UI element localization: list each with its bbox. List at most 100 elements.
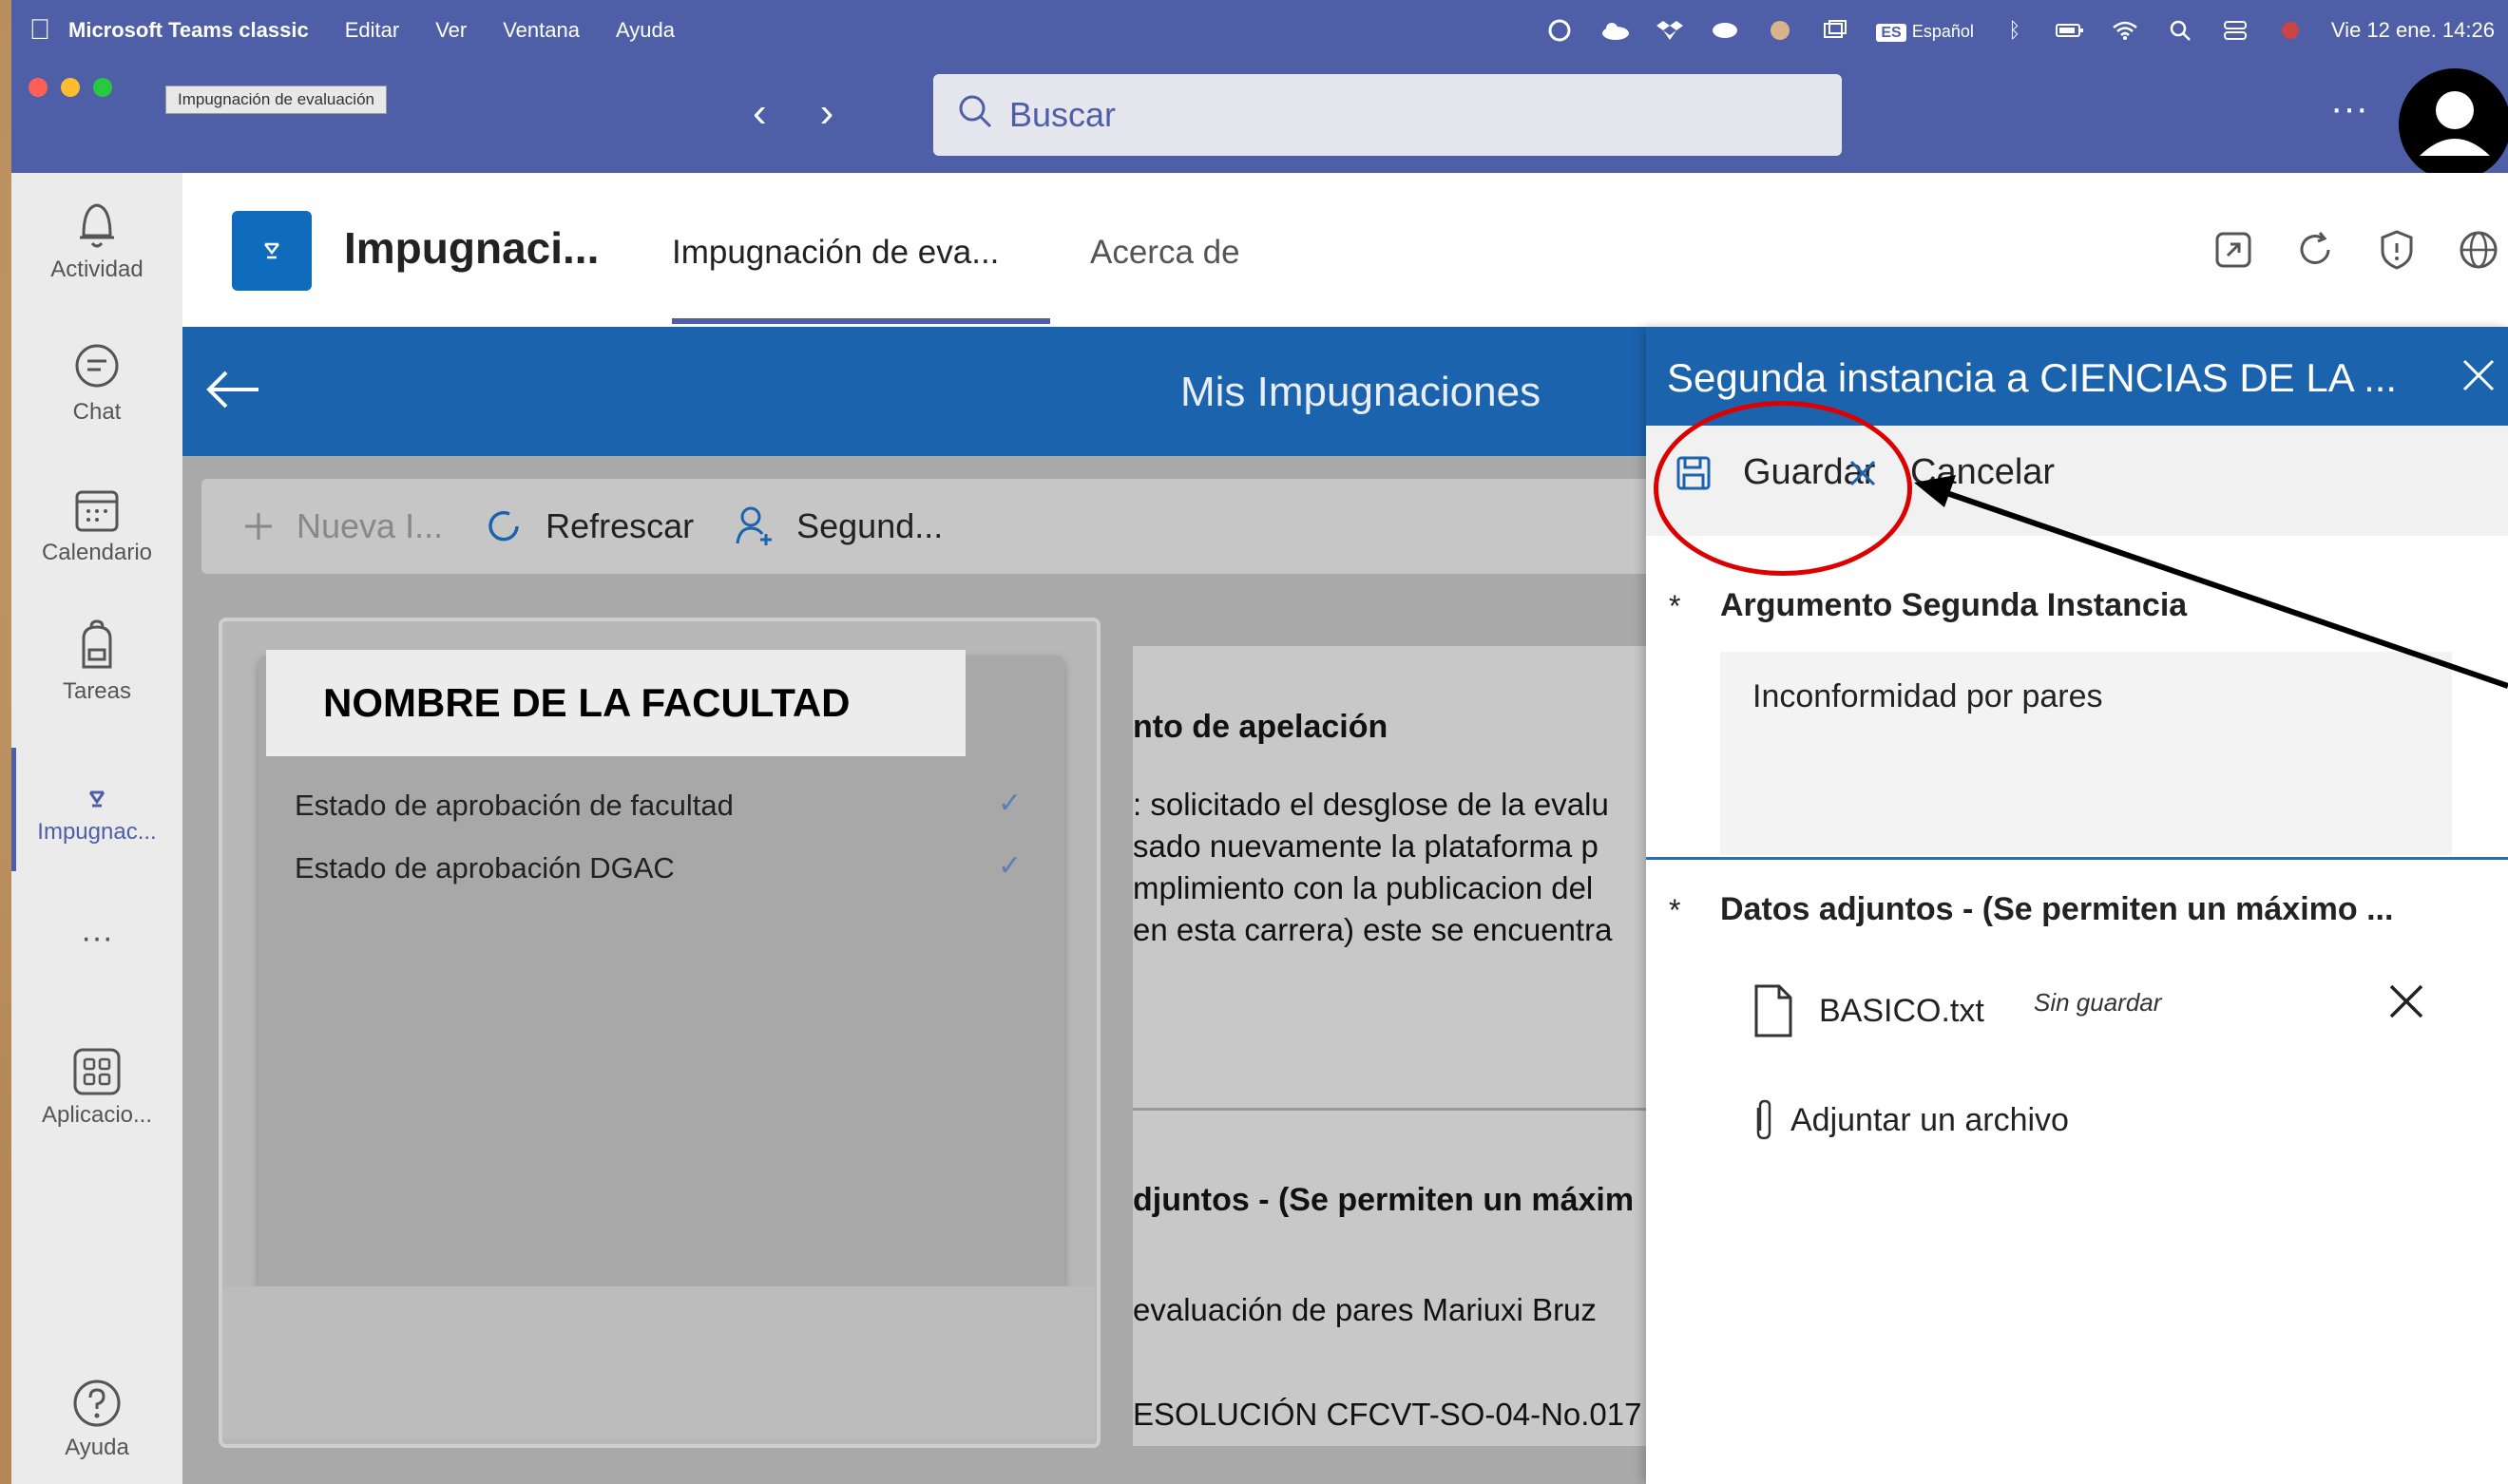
new-button-label: Nueva I... <box>297 506 444 545</box>
bluetooth-icon[interactable]: ᛒ <box>2001 16 2029 45</box>
detail-attachment[interactable]: ESOLUCIÓN CFCVT-SO-04-No.017 <box>1133 1397 1641 1433</box>
keyboard-lang: Español <box>1911 22 1974 41</box>
zoom-window-button[interactable] <box>93 78 112 97</box>
close-icon[interactable] <box>2457 353 2500 397</box>
faculty-name: NOMBRE DE LA FACULTAD <box>266 650 966 756</box>
window-icon[interactable] <box>1821 16 1849 45</box>
window-controls <box>29 78 112 97</box>
cloud-sync-icon[interactable] <box>1711 16 1739 45</box>
required-mark: * <box>1669 589 1681 623</box>
back-arrow-icon[interactable] <box>201 361 268 418</box>
cancel-button[interactable]: Cancelar <box>1849 452 2055 493</box>
active-tab-indicator <box>672 318 1050 324</box>
status-dgac: Estado de aprobación DGAC <box>295 851 675 885</box>
rail-item-calendario[interactable]: Calendario <box>11 475 182 566</box>
wifi-icon[interactable] <box>2111 16 2139 45</box>
help-icon <box>73 1379 121 1427</box>
rail-item-more[interactable]: ··· <box>11 920 182 957</box>
more-options-button[interactable]: ··· <box>2330 87 2368 130</box>
user-icon <box>2420 91 2490 156</box>
rail-item-impugnac[interactable]: Impugnac... <box>11 754 182 846</box>
menu-ayuda[interactable]: Ayuda <box>616 18 675 43</box>
card-lower-area <box>222 1286 1095 1438</box>
siri-icon[interactable] <box>2276 16 2305 45</box>
rail-item-tareas[interactable]: Tareas <box>11 614 182 705</box>
minimize-window-button[interactable] <box>61 78 80 97</box>
rail-item-actividad[interactable]: Actividad <box>11 192 182 283</box>
detail-text: mplimiento con la publicacion del <box>1133 870 1594 905</box>
more-icon: ··· <box>81 920 113 956</box>
forward-nav-icon[interactable]: › <box>820 89 834 137</box>
rail-item-aplicaciones[interactable]: Aplicacio... <box>11 1037 182 1129</box>
remove-attachment-icon[interactable] <box>2385 980 2427 1022</box>
chat-icon <box>75 344 119 388</box>
menu-ver[interactable]: Ver <box>435 18 467 43</box>
teams-titlebar: Impugnación de evaluación ‹ › Buscar ··· <box>11 61 2508 181</box>
tab-impugnacion[interactable]: Impugnación de eva... <box>672 234 999 272</box>
detail-attachment[interactable]: evaluación de pares Mariuxi Bruz <box>1133 1292 1597 1328</box>
spotlight-search-icon[interactable] <box>2166 16 2194 45</box>
menu-app-name[interactable]: Microsoft Teams classic <box>68 18 309 43</box>
keyboard-input-indicator[interactable]: ES Español <box>1876 18 1974 43</box>
refresh-button[interactable]: Refrescar <box>483 505 694 547</box>
rail-label: Chat <box>72 399 122 425</box>
menu-ventana[interactable]: Ventana <box>503 18 580 43</box>
menu-editar[interactable]: Editar <box>345 18 399 43</box>
detail-view: nto de apelación : solicitado el desglos… <box>1133 646 1665 1446</box>
paperclip-icon <box>1756 1099 1771 1140</box>
backpack-icon <box>82 619 112 669</box>
profile-status-icon[interactable] <box>1766 16 1794 45</box>
attachments-label: Datos adjuntos - (Se permiten un máximo … <box>1720 891 2394 927</box>
argument-value: Inconformidad por pares <box>1752 678 2103 714</box>
popout-icon[interactable] <box>2211 228 2255 272</box>
detail-attachments-heading: djuntos - (Se permiten un máxim <box>1133 1182 1635 1218</box>
plus-icon <box>245 513 272 540</box>
close-window-button[interactable] <box>29 78 48 97</box>
battery-icon[interactable] <box>2055 16 2084 45</box>
rail-item-ayuda[interactable]: Ayuda <box>11 1370 182 1461</box>
header-actions <box>2211 228 2500 272</box>
detail-text: en esta carrera) este se encuentra <box>1133 912 1613 947</box>
back-nav-icon[interactable]: ‹ <box>753 89 767 137</box>
new-button[interactable]: Nueva I... <box>241 506 443 546</box>
page-title: Mis Impugnaciones <box>1180 369 1541 415</box>
second-instance-label: Segund... <box>796 506 944 545</box>
attach-label: Adjuntar un archivo <box>1790 1101 2069 1138</box>
search-input[interactable]: Buscar <box>933 74 1842 156</box>
status-g-icon[interactable] <box>1545 16 1574 45</box>
history-nav: ‹ › <box>753 89 833 137</box>
control-center-icon[interactable] <box>2221 16 2250 45</box>
globe-icon[interactable] <box>2457 228 2500 272</box>
tab-acerca-de[interactable]: Acerca de <box>1090 234 1240 272</box>
check-icon: ✓ <box>998 788 1023 819</box>
attachment-item[interactable]: BASICO.txt <box>1751 982 1984 1039</box>
detail-text: sado nuevamente la plataforma p <box>1133 828 1599 864</box>
apple-icon[interactable]:  <box>11 14 68 47</box>
panel-divider <box>1646 857 2508 860</box>
attach-file-button[interactable]: Adjuntar un archivo <box>1751 1098 2069 1142</box>
detail-heading: nto de apelación <box>1133 709 1388 745</box>
second-instance-button[interactable]: Segund... <box>734 505 943 547</box>
search-placeholder: Buscar <box>1009 95 1117 134</box>
refresh-icon[interactable] <box>2293 228 2337 272</box>
clock[interactable]: Vie 12 ene. 14:26 <box>2331 18 2495 43</box>
rail-item-chat[interactable]: Chat <box>11 334 182 426</box>
search-icon <box>956 92 998 139</box>
file-name: BASICO.txt <box>1819 992 1984 1029</box>
rail-label: Calendario <box>41 540 153 565</box>
app-icon <box>88 790 105 808</box>
app-name: Impugnaci... <box>344 223 600 273</box>
required-mark: * <box>1669 893 1681 927</box>
shield-icon[interactable] <box>2375 228 2419 272</box>
cloud-icon[interactable] <box>1600 16 1630 45</box>
command-bar: Nueva I... Refrescar Segund... <box>201 479 1722 574</box>
rail-label: Tareas <box>62 678 132 704</box>
dropbox-icon[interactable] <box>1656 16 1684 45</box>
avatar[interactable] <box>2399 68 2508 181</box>
app-logo-icon <box>264 242 279 259</box>
detail-text: : solicitado el desglose de la evalu <box>1133 787 1609 822</box>
refresh-icon <box>488 510 519 542</box>
tooltip: Impugnación de evaluación <box>165 86 387 114</box>
edit-panel: Segunda instancia a CIENCIAS DE LA ... G… <box>1646 327 2508 1484</box>
rail-label: Impugnac... <box>37 819 157 845</box>
